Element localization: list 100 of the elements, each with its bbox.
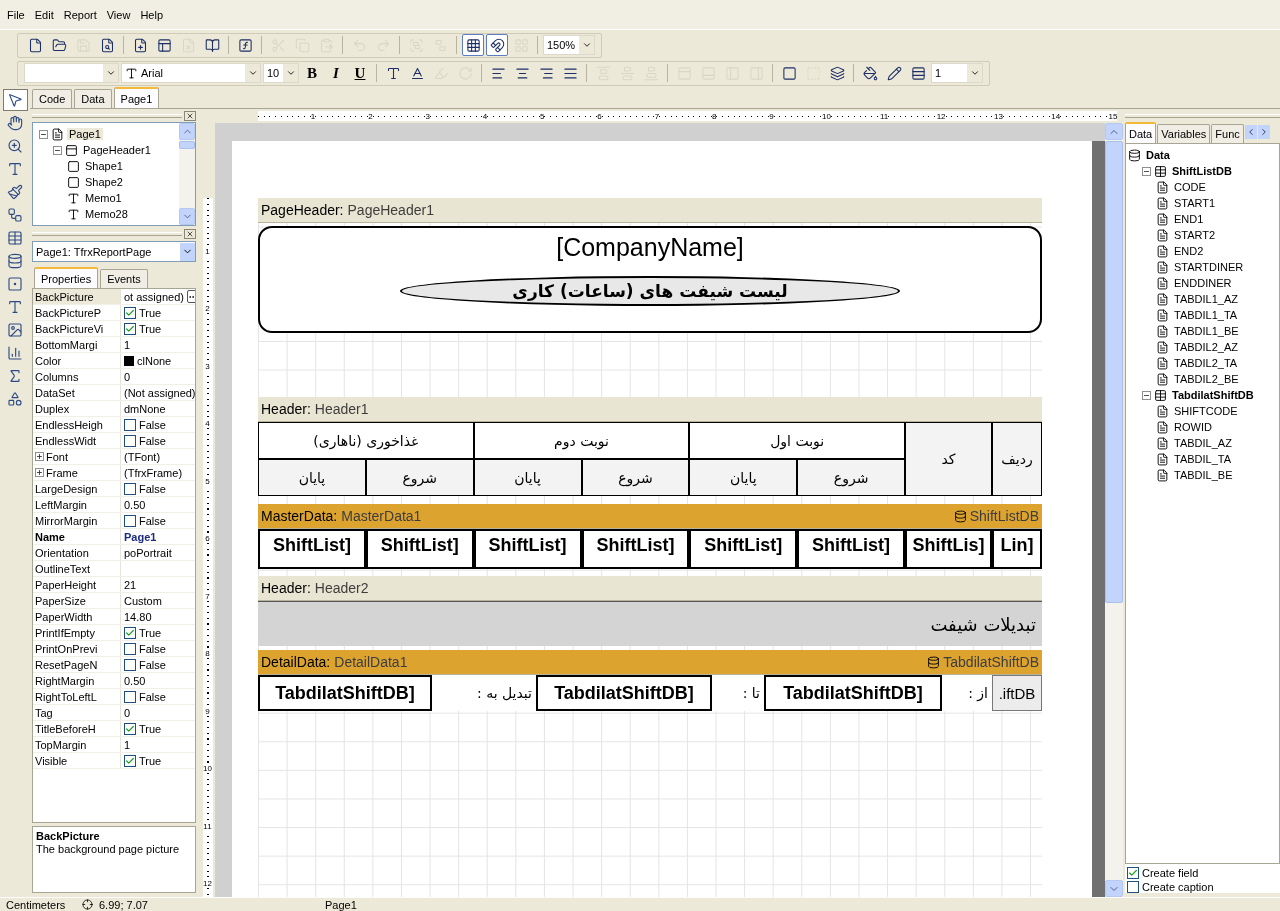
- select-tool[interactable]: [2, 89, 28, 111]
- tab[interactable]: Variables: [1157, 124, 1211, 143]
- tree-item[interactable]: END2: [1172, 245, 1206, 257]
- tab[interactable]: Func: [1211, 124, 1244, 143]
- scroll-thumb[interactable]: [179, 141, 195, 149]
- property-name[interactable]: EndlessWidt: [33, 433, 121, 448]
- property-name[interactable]: LargeDesign: [33, 481, 121, 496]
- checkbox[interactable]: [124, 514, 136, 527]
- property-name[interactable]: BackPictureVi: [33, 321, 121, 336]
- property-name[interactable]: ResetPageN: [33, 657, 121, 672]
- band-header[interactable]: Header: Header1: [258, 397, 1042, 422]
- tree-item[interactable]: SHIFTCODE: [1172, 405, 1240, 417]
- tab[interactable]: Data: [74, 89, 112, 108]
- property-name[interactable]: DataSet: [33, 385, 121, 400]
- collapse-button[interactable]: [1142, 390, 1151, 400]
- property-name[interactable]: Frame: [33, 465, 121, 480]
- snap-button[interactable]: [486, 34, 508, 56]
- tree-item[interactable]: Data: [1144, 149, 1172, 161]
- checkbox[interactable]: [124, 418, 136, 431]
- tree-item[interactable]: CODE: [1172, 181, 1208, 193]
- property-name[interactable]: BottomMargi: [33, 337, 121, 352]
- tree-item[interactable]: Memo1: [83, 192, 124, 204]
- tree-item[interactable]: ROWID: [1172, 421, 1214, 433]
- property-name[interactable]: Visible: [33, 753, 121, 768]
- menu-item[interactable]: View: [103, 9, 134, 24]
- checkbox[interactable]: [124, 434, 136, 447]
- tree-item[interactable]: START1: [1172, 197, 1218, 209]
- property-name[interactable]: Tag: [33, 705, 121, 720]
- menu-item[interactable]: Report: [60, 9, 100, 24]
- property-name[interactable]: TopMargin: [33, 737, 121, 752]
- property-name[interactable]: RightMargin: [33, 673, 121, 688]
- ellipsis-button[interactable]: [186, 290, 195, 303]
- menu-item[interactable]: Help: [137, 9, 166, 24]
- property-name[interactable]: RightToLeftL: [33, 689, 121, 704]
- collapse-button[interactable]: [1142, 166, 1151, 176]
- tree-item[interactable]: TABDIL_TA: [1172, 453, 1234, 465]
- property-name[interactable]: BackPicture: [33, 289, 121, 304]
- tree-item[interactable]: STARTDINER: [1172, 261, 1246, 273]
- checkbox[interactable]: [124, 722, 136, 735]
- checkbox[interactable]: [124, 482, 136, 495]
- property-name[interactable]: Name: [33, 529, 121, 544]
- checkbox[interactable]: [1127, 867, 1139, 879]
- tree-item[interactable]: ShiftListDB: [1170, 165, 1234, 177]
- tree-item[interactable]: Memo28: [83, 208, 130, 220]
- tree-item[interactable]: TABDIL1_BE: [1172, 325, 1241, 337]
- close-button[interactable]: [184, 229, 196, 239]
- menu-item[interactable]: File: [4, 9, 28, 24]
- menu-item[interactable]: Edit: [31, 9, 57, 24]
- tab[interactable]: Properties: [34, 267, 99, 288]
- band-header[interactable]: Header: Header2: [258, 576, 1042, 601]
- tree-item[interactable]: TABDIL1_AZ: [1172, 293, 1240, 305]
- property-name[interactable]: Columns: [33, 369, 121, 384]
- scrollbar[interactable]: [179, 123, 195, 225]
- tree-item[interactable]: TABDIL2_BE: [1172, 373, 1241, 385]
- property-name[interactable]: BackPictureP: [33, 305, 121, 320]
- tree-item[interactable]: Shape1: [83, 160, 125, 172]
- italic-button[interactable]: I: [325, 62, 347, 84]
- tree-item[interactable]: TABDIL2_TA: [1172, 357, 1240, 369]
- checkbox[interactable]: [124, 658, 136, 671]
- line-width-combo[interactable]: 1: [931, 63, 983, 83]
- expand-button[interactable]: [35, 452, 44, 461]
- tab[interactable]: Code: [32, 89, 73, 108]
- band-header[interactable]: DetailData: DetailData1 TabdilatShiftDB: [258, 650, 1042, 675]
- tree-item[interactable]: PageHeader1: [81, 144, 153, 156]
- property-name[interactable]: PaperSize: [33, 593, 121, 608]
- tab[interactable]: Page1: [113, 87, 160, 108]
- expand-button[interactable]: [35, 468, 44, 477]
- tree-item[interactable]: TABDIL1_TA: [1172, 309, 1240, 321]
- tree-item[interactable]: END1: [1172, 213, 1206, 225]
- tree-item[interactable]: TABDIL2_AZ: [1172, 341, 1240, 353]
- tree-item[interactable]: ENDDINER: [1172, 277, 1234, 289]
- tree-item[interactable]: TABDIL_BE: [1172, 469, 1235, 481]
- underline-button[interactable]: U: [349, 62, 371, 84]
- property-name[interactable]: PrintOnPrevi: [33, 641, 121, 656]
- zoom-combo[interactable]: 150%: [543, 35, 595, 55]
- checkbox[interactable]: [124, 642, 136, 655]
- checkbox[interactable]: [124, 754, 136, 767]
- close-button[interactable]: [184, 111, 196, 121]
- checkbox[interactable]: [1127, 881, 1139, 893]
- checkbox[interactable]: [124, 306, 136, 319]
- property-name[interactable]: PaperWidth: [33, 609, 121, 624]
- size-combo[interactable]: 10: [263, 63, 299, 83]
- property-name[interactable]: Duplex: [33, 401, 121, 416]
- property-name[interactable]: OutlineText: [33, 561, 121, 576]
- checkbox[interactable]: [124, 626, 136, 639]
- property-name[interactable]: EndlessHeigh: [33, 417, 121, 432]
- tab[interactable]: Data: [1125, 122, 1157, 143]
- checkbox[interactable]: [124, 690, 136, 703]
- collapse-button[interactable]: [53, 145, 62, 155]
- property-name[interactable]: PrintIfEmpty: [33, 625, 121, 640]
- tree-item[interactable]: Page1: [67, 128, 103, 140]
- band-header[interactable]: PageHeader: PageHeader1: [258, 198, 1042, 223]
- collapse-button[interactable]: [39, 129, 48, 139]
- bold-button[interactable]: B: [301, 62, 323, 84]
- scroll-left-button[interactable]: [1244, 125, 1257, 139]
- tree-item[interactable]: TABDIL_AZ: [1172, 437, 1234, 449]
- property-name[interactable]: Font: [33, 449, 121, 464]
- tree-item[interactable]: TabdilatShiftDB: [1170, 389, 1256, 401]
- scroll-right-button[interactable]: [1257, 125, 1270, 139]
- property-name[interactable]: TitleBeforeH: [33, 721, 121, 736]
